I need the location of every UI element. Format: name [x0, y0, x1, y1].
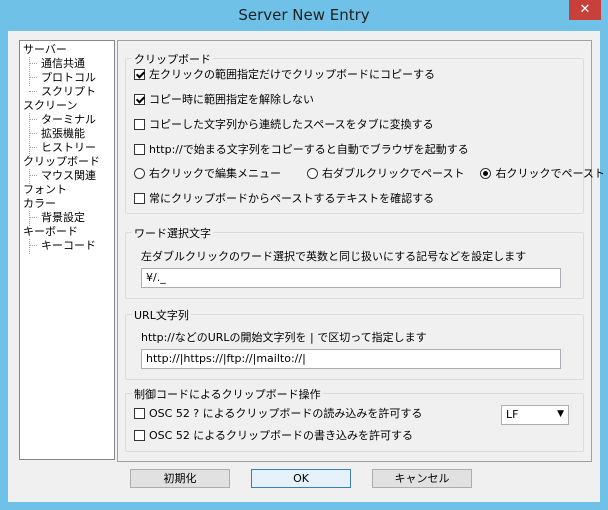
tree-item-terminal[interactable]: ターミナル [41, 113, 96, 127]
tree-connector [29, 217, 37, 218]
tree-connector [29, 119, 37, 120]
tree-item-keycode[interactable]: キーコード [41, 239, 96, 253]
tree-connector [29, 147, 37, 148]
url-chars-description: http://などのURLの開始文字列を | で区切って指定します [141, 331, 427, 344]
tree-connector [29, 245, 37, 246]
tree-connector [29, 133, 37, 134]
url-chars-input[interactable]: http://|https://|ftp://|mailto://| [141, 349, 561, 369]
tree-item-mouse[interactable]: マウス関連 [41, 169, 96, 183]
close-button[interactable]: ✕ [569, 0, 601, 20]
tree-item-font[interactable]: フォント [23, 183, 67, 197]
radio-right-paste-label: 右クリックでペースト [495, 167, 605, 180]
newline-select[interactable]: LF ▼ [501, 405, 569, 425]
tree-connector [29, 169, 30, 184]
radio-edit-menu-button[interactable] [134, 167, 145, 179]
right-click-radio-group: 右クリックで編集メニュー 右ダブルクリックでペースト 右クリックでペースト [134, 165, 608, 181]
tree-item-protocol[interactable]: プロトコル [41, 71, 96, 85]
tree-connector [29, 77, 37, 78]
word-select-group-title: ワード選択文字 [132, 225, 213, 241]
control-code-group-title: 制御コードによるクリップボード操作 [132, 386, 323, 402]
settings-tree[interactable]: サーバー 通信共通 プロトコル スクリプト スクリーン ターミナル 拡張機能 ヒ… [19, 40, 115, 460]
keep-selection-checkbox[interactable] [134, 93, 145, 105]
tree-item-script[interactable]: スクリプト [41, 85, 96, 99]
close-icon: ✕ [579, 2, 591, 17]
tree-item-keyboard[interactable]: キーボード [23, 225, 78, 239]
tree-connector [29, 91, 37, 92]
copy-on-select-label: 左クリックの範囲指定だけでクリップボードにコピーする [149, 68, 435, 81]
reset-button[interactable]: 初期化 [130, 469, 230, 488]
radio-double-paste-button[interactable] [307, 167, 318, 179]
tree-connector [29, 211, 30, 226]
tree-connector [29, 175, 37, 176]
tree-item-extension[interactable]: 拡張機能 [41, 127, 85, 141]
osc52-write-option[interactable]: OSC 52 によるクリップボードの書き込みを許可する [134, 427, 413, 443]
keep-selection-option[interactable]: コピー時に範囲指定を解除しない [134, 91, 314, 107]
copy-on-select-checkbox[interactable] [134, 68, 145, 80]
chevron-down-icon: ▼ [557, 409, 564, 419]
word-select-group: ワード選択文字 左ダブルクリックのワード選択で英数と同じ扱いにする記号などを設定… [125, 225, 584, 299]
confirm-paste-option[interactable]: 常にクリップボードからペーストするテキストを確認する [134, 190, 434, 206]
osc52-write-label: OSC 52 によるクリップボードの書き込みを許可する [149, 429, 413, 442]
tree-item-comm[interactable]: 通信共通 [41, 57, 85, 71]
spaces-to-tab-label: コピーした文字列から連続したスペースをタブに変換する [149, 118, 434, 131]
tree-item-clipboard[interactable]: クリップボード [23, 155, 100, 169]
clipboard-group-title: クリップボード [132, 51, 213, 67]
tree-item-color[interactable]: カラー [23, 197, 56, 211]
tree-connector [29, 239, 30, 254]
word-select-description: 左ダブルクリックのワード選択で英数と同じ扱いにする記号などを設定します [141, 250, 527, 263]
auto-browser-option[interactable]: http://で始まる文字列をコピーすると自動でブラウザを起動する [134, 141, 469, 157]
copy-on-select-option[interactable]: 左クリックの範囲指定だけでクリップボードにコピーする [134, 66, 435, 82]
auto-browser-checkbox[interactable] [134, 143, 145, 155]
radio-right-paste[interactable]: 右クリックでペースト [480, 165, 605, 181]
osc52-read-label: OSC 52 ? によるクリップボードの読み込みを許可する [149, 407, 423, 420]
auto-browser-label: http://で始まる文字列をコピーすると自動でブラウザを起動する [149, 143, 469, 156]
url-chars-group: URL文字列 http://などのURLの開始文字列を | で区切って指定します… [125, 307, 584, 380]
title-bar: Server New Entry ✕ [0, 0, 608, 30]
osc52-read-option[interactable]: OSC 52 ? によるクリップボードの読み込みを許可する [134, 405, 422, 421]
tree-item-history[interactable]: ヒストリー [41, 141, 96, 155]
url-chars-group-title: URL文字列 [132, 307, 191, 323]
keep-selection-label: コピー時に範囲指定を解除しない [149, 93, 314, 106]
window-title: Server New Entry [238, 6, 370, 24]
dialog-client: サーバー 通信共通 プロトコル スクリプト スクリーン ターミナル 拡張機能 ヒ… [8, 31, 605, 502]
control-code-group: 制御コードによるクリップボード操作 OSC 52 ? によるクリップボードの読み… [125, 386, 584, 452]
radio-right-paste-button[interactable] [480, 167, 492, 179]
osc52-read-checkbox[interactable] [134, 407, 145, 419]
radio-edit-menu[interactable]: 右クリックで編集メニュー [134, 165, 281, 181]
radio-edit-menu-label: 右クリックで編集メニュー [149, 167, 281, 180]
newline-select-value: LF [506, 408, 519, 421]
radio-double-paste[interactable]: 右ダブルクリックでペースト [307, 165, 464, 181]
dialog-window: Server New Entry ✕ サーバー 通信共通 プロトコル スクリプト… [0, 0, 608, 510]
tree-item-screen[interactable]: スクリーン [23, 99, 77, 113]
clipboard-group: クリップボード 左クリックの範囲指定だけでクリップボードにコピーする コピー時に… [125, 51, 605, 214]
tree-item-server[interactable]: サーバー [23, 43, 67, 57]
cancel-button[interactable]: キャンセル [372, 469, 472, 488]
ok-button[interactable]: OK [251, 469, 351, 488]
tree-connector [29, 57, 30, 86]
confirm-paste-label: 常にクリップボードからペーストするテキストを確認する [149, 192, 435, 205]
spaces-to-tab-option[interactable]: コピーした文字列から連続したスペースをタブに変換する [134, 116, 434, 132]
spaces-to-tab-checkbox[interactable] [134, 118, 145, 130]
settings-panel: クリップボード 左クリックの範囲指定だけでクリップボードにコピーする コピー時に… [117, 40, 605, 462]
tree-item-background[interactable]: 背景設定 [41, 211, 85, 225]
radio-double-paste-label: 右ダブルクリックでペースト [322, 167, 465, 180]
confirm-paste-checkbox[interactable] [134, 192, 145, 204]
tree-connector [29, 63, 37, 64]
word-select-input[interactable]: ¥/._ [141, 268, 561, 288]
osc52-write-checkbox[interactable] [134, 429, 145, 441]
